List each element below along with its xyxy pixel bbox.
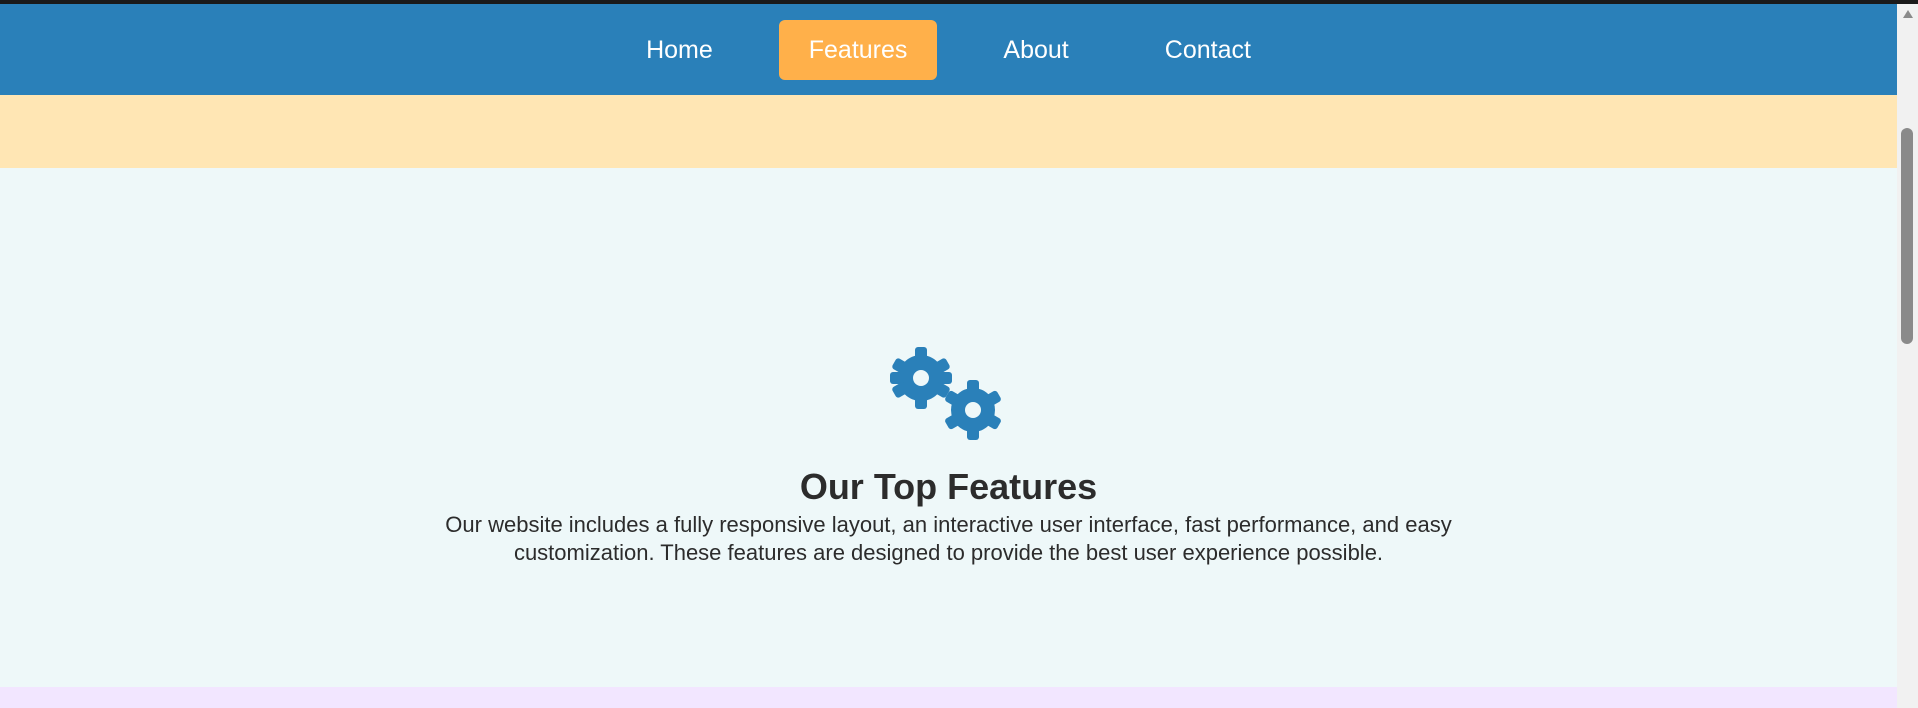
features-title: Our Top Features [799,466,1098,507]
lilac-section-top [0,687,1897,708]
nav-features-link[interactable]: Features [778,19,938,80]
features-section: Our Top Features Our website includes a … [0,168,1897,687]
window-top-border [0,0,1918,4]
nav-home-link[interactable]: Home [616,20,743,80]
page-viewport: Home Features About Contact Our Top Feat… [0,0,1897,708]
nav-contact-link[interactable]: Contact [1135,20,1281,80]
features-description: Our website includes a fully responsive … [445,512,1452,565]
scroll-up-arrow-icon[interactable] [1897,4,1918,24]
nav-about-link[interactable]: About [973,20,1098,80]
main-navbar: Home Features About Contact [0,4,1897,95]
gears-icon [890,347,1001,440]
scrollbar-thumb[interactable] [1901,128,1913,344]
vertical-scrollbar[interactable] [1897,4,1918,708]
orange-banner-section [0,95,1897,168]
